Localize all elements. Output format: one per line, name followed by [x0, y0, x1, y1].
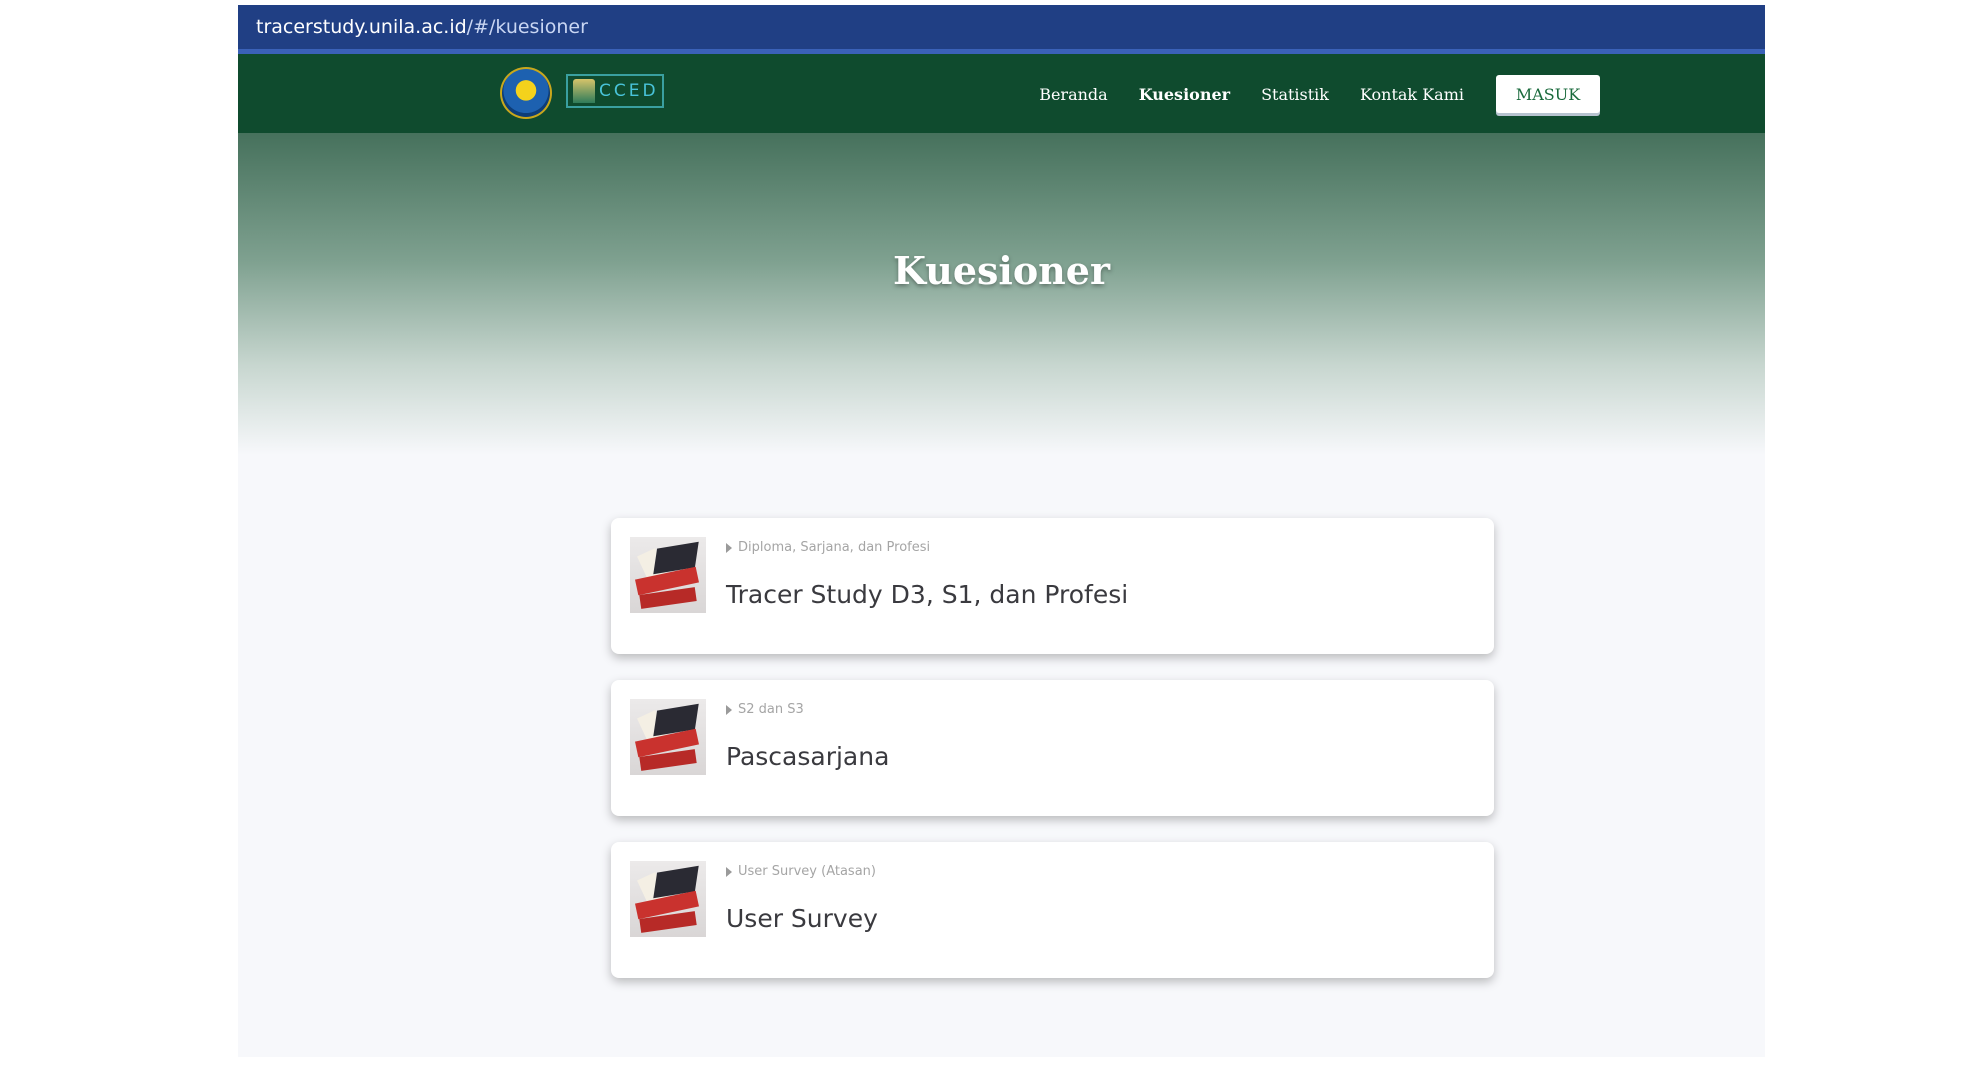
browser-window: tracerstudy.unila.ac.id/#/kuesioner CCED…: [238, 5, 1765, 1057]
card-subtitle-text: S2 dan S3: [738, 702, 804, 717]
hero-banner: Kuesioner: [238, 133, 1765, 455]
nav-item-beranda[interactable]: Beranda: [1039, 85, 1108, 104]
nav-item-kuesioner[interactable]: Kuesioner: [1139, 85, 1230, 104]
nav-item-statistik[interactable]: Statistik: [1261, 85, 1329, 104]
cced-logo-text: CCED: [599, 81, 659, 101]
questionnaire-card-pascasarjana[interactable]: S2 dan S3 Pascasarjana: [611, 680, 1494, 816]
tracer-study-icon: [630, 861, 706, 937]
card-subtitle-text: User Survey (Atasan): [738, 864, 876, 879]
nav-item-kontak-kami[interactable]: Kontak Kami: [1360, 85, 1464, 104]
tracer-study-icon: [630, 537, 706, 613]
questionnaire-card-user-survey[interactable]: User Survey (Atasan) User Survey: [611, 842, 1494, 978]
card-subtitle: Diploma, Sarjana, dan Profesi: [726, 540, 930, 555]
caret-right-icon: [726, 542, 732, 553]
page-title: Kuesioner: [893, 248, 1110, 293]
address-bar[interactable]: tracerstudy.unila.ac.id/#/kuesioner: [238, 5, 1765, 54]
card-subtitle: User Survey (Atasan): [726, 864, 876, 879]
university-seal-logo[interactable]: [500, 67, 552, 119]
cced-mark-icon: [573, 79, 595, 103]
card-title[interactable]: Pascasarjana: [726, 742, 889, 771]
cced-logo[interactable]: CCED: [566, 74, 664, 108]
questionnaire-card-tracer-study[interactable]: Diploma, Sarjana, dan Profesi Tracer Stu…: [611, 518, 1494, 654]
card-title[interactable]: User Survey: [726, 904, 878, 933]
url-text[interactable]: tracerstudy.unila.ac.id/#/kuesioner: [256, 16, 588, 38]
tracer-study-icon: [630, 699, 706, 775]
caret-right-icon: [726, 866, 732, 877]
card-subtitle: S2 dan S3: [726, 702, 804, 717]
login-button[interactable]: MASUK: [1496, 75, 1600, 113]
url-path: /#/kuesioner: [466, 16, 588, 38]
card-subtitle-text: Diploma, Sarjana, dan Profesi: [738, 540, 931, 555]
nav-menu: Beranda Kuesioner Statistik Kontak Kami …: [1008, 74, 1600, 114]
caret-right-icon: [726, 704, 732, 715]
card-title[interactable]: Tracer Study D3, S1, dan Profesi: [726, 580, 1128, 609]
top-navbar: CCED Beranda Kuesioner Statistik Kontak …: [238, 54, 1765, 133]
url-host: tracerstudy.unila.ac.id: [256, 16, 467, 38]
